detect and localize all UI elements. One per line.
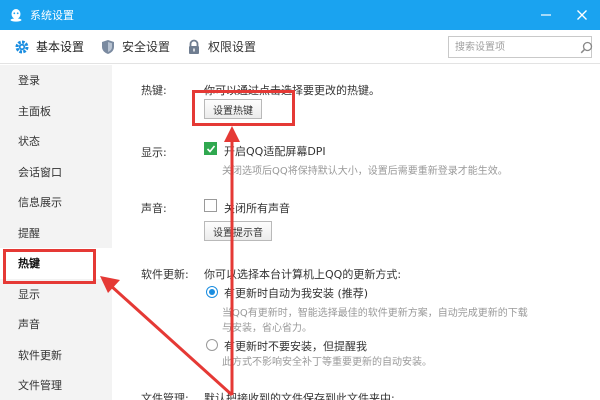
sidebar-item-label: 会话窗口 xyxy=(18,165,62,179)
minimize-button[interactable] xyxy=(528,0,564,30)
dpi-adapt-checkbox[interactable] xyxy=(204,142,217,155)
sidebar-item-file-management[interactable]: 文件管理 xyxy=(0,370,112,400)
auto-install-hint: 当QQ有更新时，智能选择最佳的软件更新方案，自动完成更新的下载 xyxy=(222,308,528,319)
file-management-section-label: 文件管理: xyxy=(141,392,189,400)
auto-install-label: 有更新时自动为我安装 (推荐) xyxy=(224,287,369,300)
title-bar: 系统设置 xyxy=(0,0,600,30)
sidebar-item-label: 登录 xyxy=(18,74,40,88)
notify-only-hint: 此方式不影响安全补丁等重要更新的自动安装。 xyxy=(222,357,432,368)
sidebar-item-sound[interactable]: 声音 xyxy=(0,309,112,340)
window-title: 系统设置 xyxy=(30,9,74,22)
sidebar-item-info-display[interactable]: 信息展示 xyxy=(0,187,112,218)
tab-permission-settings[interactable]: 权限设置 xyxy=(178,30,264,64)
sidebar-item-status[interactable]: 状态 xyxy=(0,126,112,157)
close-button[interactable] xyxy=(564,0,600,30)
mute-all-label: 关闭所有声音 xyxy=(224,202,290,215)
mute-all-checkbox[interactable] xyxy=(204,199,217,212)
lock-icon xyxy=(186,39,202,55)
settings-sidebar: 登录 主面板 状态 会话窗口 信息展示 提醒 热键 显示 声音 软件更新 文件管… xyxy=(0,65,112,400)
settings-nav-bar: 基本设置 安全设置 权限设置 xyxy=(0,30,600,64)
close-icon xyxy=(577,10,587,20)
sidebar-item-main-panel[interactable]: 主面板 xyxy=(0,96,112,127)
search-icon[interactable] xyxy=(580,37,593,57)
tab-label: 基本设置 xyxy=(36,40,85,54)
sidebar-item-label: 软件更新 xyxy=(18,348,62,362)
dpi-adapt-label: 开启QQ适配屏幕DPI xyxy=(224,145,326,158)
checkmark-icon xyxy=(206,144,215,153)
sidebar-item-label: 信息展示 xyxy=(18,196,62,210)
sidebar-item-software-update[interactable]: 软件更新 xyxy=(0,340,112,371)
dpi-adapt-hint: 关闭选项后QQ将保持默认大小，设置后需要重新登录才能生效。 xyxy=(222,166,508,177)
settings-content: 热键: 你可以通过点击选择要更改的热键。 设置热键 显示: 开启QQ适配屏幕DP… xyxy=(112,65,600,400)
sidebar-item-label: 提醒 xyxy=(18,226,40,240)
sidebar-item-label: 文件管理 xyxy=(18,379,62,393)
sidebar-item-label: 显示 xyxy=(18,287,40,301)
hotkey-button-highlight-box xyxy=(192,90,295,126)
notify-only-label: 有更新时不要安装，但提醒我 xyxy=(224,340,367,353)
sound-section-label: 声音: xyxy=(141,202,167,215)
tab-label: 权限设置 xyxy=(208,40,257,54)
hotkey-section-label: 热键: xyxy=(141,84,167,97)
qq-logo-icon xyxy=(8,7,24,23)
tab-basic-settings[interactable]: 基本设置 xyxy=(8,30,92,64)
search-input[interactable] xyxy=(449,37,580,57)
search-box xyxy=(448,36,593,58)
tab-security-settings[interactable]: 安全设置 xyxy=(92,30,178,64)
sidebar-item-chat-window[interactable]: 会话窗口 xyxy=(0,157,112,188)
tab-label: 安全设置 xyxy=(122,40,171,54)
sidebar-item-label: 主面板 xyxy=(18,104,51,118)
minimize-icon xyxy=(541,14,551,16)
update-description: 你可以选择本台计算机上QQ的更新方式: xyxy=(204,268,402,281)
sidebar-item-login[interactable]: 登录 xyxy=(0,65,112,96)
sidebar-hotkey-highlight-box xyxy=(3,249,96,284)
sidebar-item-reminder[interactable]: 提醒 xyxy=(0,218,112,249)
notify-only-radio[interactable] xyxy=(206,339,218,351)
display-section-label: 显示: xyxy=(141,146,167,159)
gear-icon xyxy=(14,39,30,55)
auto-install-radio[interactable] xyxy=(206,286,218,298)
file-management-description: 默认把接收到的文件保存到此文件夹中: xyxy=(204,392,395,400)
update-section-label: 软件更新: xyxy=(141,268,189,281)
shield-icon xyxy=(100,39,116,55)
sidebar-item-label: 状态 xyxy=(18,135,40,149)
auto-install-hint-2: 与安装，省心省力。 xyxy=(222,323,312,334)
sidebar-item-label: 声音 xyxy=(18,318,40,332)
window-controls xyxy=(528,0,600,30)
set-notification-sound-button[interactable]: 设置提示音 xyxy=(204,221,272,241)
